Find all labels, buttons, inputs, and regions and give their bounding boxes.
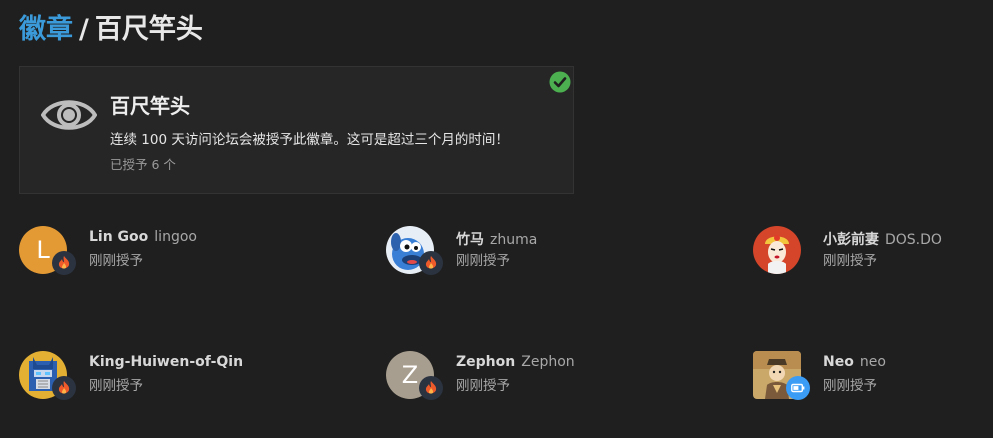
badge-card: 百尺竿头 连续 100 天访问论坛会被授予此徽章。这可是超过三个月的时间！ 已授…	[19, 66, 574, 194]
user-name: 小彭前妻 DOS.DO	[823, 229, 942, 249]
grant-time: 刚刚授予	[89, 253, 143, 269]
user-display-name[interactable]: Zephon	[456, 354, 515, 370]
badge-granted-count[interactable]: 已授予 6 个	[110, 154, 176, 173]
fire-icon	[419, 376, 443, 400]
badge-title: 百尺竿头	[94, 14, 203, 45]
user-grant-item: King-Huiwen-of-Qin 刚刚授予	[19, 351, 319, 401]
eye-icon	[41, 100, 97, 130]
breadcrumb-separator: /	[79, 14, 89, 45]
user-handle[interactable]: zhuma	[490, 232, 537, 248]
grant-time: 刚刚授予	[456, 378, 510, 394]
user-grant-item: 竹马 zhuma 刚刚授予	[386, 226, 686, 276]
grant-time: 刚刚授予	[89, 378, 143, 394]
user-handle[interactable]: lingoo	[154, 229, 197, 245]
user-handle[interactable]: DOS.DO	[885, 232, 942, 248]
user-name: King-Huiwen-of-Qin	[89, 354, 243, 370]
grant-time: 刚刚授予	[456, 253, 510, 269]
user-name: 竹马 zhuma	[456, 229, 537, 249]
fire-icon	[52, 376, 76, 400]
user-name: Zephon Zephon	[456, 354, 575, 370]
battery-icon	[786, 376, 810, 400]
grant-time: 刚刚授予	[823, 378, 877, 394]
badge-name: 百尺竿头	[110, 94, 190, 118]
page-title: 徽章 / 百尺竿头	[19, 12, 203, 48]
fire-icon	[52, 251, 76, 275]
user-name: Neo neo	[823, 354, 886, 370]
check-circle-icon	[549, 71, 571, 93]
user-display-name[interactable]: 小彭前妻	[823, 232, 879, 248]
breadcrumb-badges-link[interactable]: 徽章	[19, 14, 73, 45]
badge-description: 连续 100 天访问论坛会被授予此徽章。这可是超过三个月的时间！	[110, 132, 509, 148]
user-handle[interactable]: Zephon	[521, 354, 574, 370]
user-display-name[interactable]: King-Huiwen-of-Qin	[89, 354, 243, 370]
user-display-name[interactable]: Lin Goo	[89, 229, 148, 245]
opera-mask-avatar-icon	[753, 226, 801, 274]
user-handle[interactable]: neo	[860, 354, 886, 370]
user-grant-item: 小彭前妻 DOS.DO 刚刚授予	[753, 226, 993, 276]
user-name: Lin Goo lingoo	[89, 229, 197, 245]
avatar[interactable]	[753, 226, 801, 274]
fire-icon	[419, 251, 443, 275]
user-grant-item: Neo neo 刚刚授予	[753, 351, 993, 401]
user-grant-item: Z Zephon Zephon 刚刚授予	[386, 351, 686, 401]
user-display-name[interactable]: Neo	[823, 354, 854, 370]
user-display-name[interactable]: 竹马	[456, 232, 484, 248]
grant-time: 刚刚授予	[823, 253, 877, 269]
user-grant-item: L Lin Goo lingoo 刚刚授予	[19, 226, 319, 276]
